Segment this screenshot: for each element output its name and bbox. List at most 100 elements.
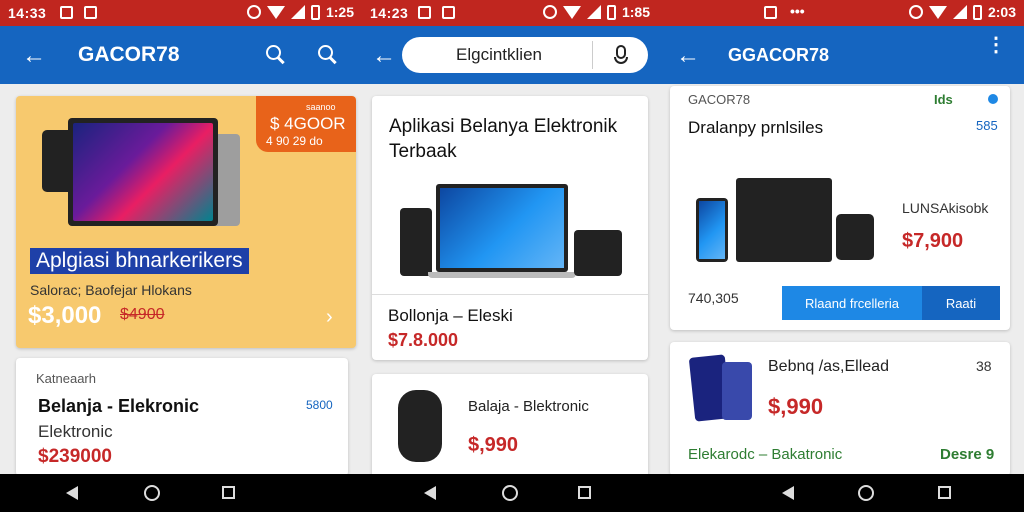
system-nav-bar (658, 474, 1024, 512)
search-input[interactable] (414, 43, 584, 67)
search-icon[interactable] (318, 45, 338, 65)
status-icons: 2:03 (908, 4, 1016, 20)
more-notifications-icon: ••• (790, 3, 805, 19)
product-name: Bebnq /as,Ellead (768, 358, 889, 375)
battery-icon (972, 4, 982, 20)
status-right-text: 2:03 (987, 4, 1016, 20)
tag-label: Ids (934, 92, 953, 107)
promo-badge: saanoo $ 4GOOR 4 90 29 do (256, 96, 356, 152)
promo-subtitle: Salorac; Baofejar Hlokans (30, 282, 192, 298)
badge-subtitle: 4 90 29 do (266, 134, 323, 148)
alarm-icon (908, 5, 923, 19)
nav-recents-icon[interactable] (222, 486, 235, 499)
app-bar: ← GGACOR78 ⋮ (658, 26, 1024, 84)
product-detail-card[interactable]: GACOR78 Ids Dralanpy prnlsiles 585 LUNSA… (670, 86, 1010, 330)
notification-icon (84, 6, 97, 19)
screen-1: 14:33 1:25 ← GACOR78 saanoo $ 4GOOR 4 90… (0, 0, 362, 512)
console-image (736, 178, 832, 262)
status-icons: 1:85 (542, 4, 650, 20)
nav-home-icon[interactable] (858, 485, 874, 501)
status-icons: 1:25 (246, 4, 354, 20)
product-card[interactable]: Balaja - Blektronic $,990 (372, 374, 648, 484)
status-time: 14:33 (8, 5, 47, 21)
alarm-icon (246, 5, 261, 19)
notification-icon (764, 6, 777, 19)
status-bar: 14:23 1:85 (362, 0, 658, 26)
search-icon[interactable] (266, 45, 286, 65)
laptop-image (436, 184, 568, 272)
old-price: $4900 (120, 306, 165, 323)
product-heading: Dralanpy prnlsiles (688, 118, 824, 137)
nav-back-icon[interactable] (66, 486, 78, 500)
product-name: Bollonja – Eleski (388, 306, 513, 325)
nav-home-icon[interactable] (502, 485, 518, 501)
product-subtitle: Elektronic (38, 422, 113, 441)
secondary-price: 740,305 (688, 290, 739, 306)
product-status: Desre 9 (940, 446, 995, 463)
promo-heading: Aplgiasi bhnarkerikers (30, 248, 249, 274)
nav-back-icon[interactable] (424, 486, 436, 500)
nav-back-icon[interactable] (782, 486, 794, 500)
back-arrow-icon[interactable]: ← (676, 42, 700, 70)
wifi-icon (266, 5, 285, 19)
product-side-value: 5800 (306, 398, 333, 412)
notification-icon (442, 6, 455, 19)
nav-home-icon[interactable] (144, 485, 160, 501)
app-bar: ← GACOR78 (0, 26, 362, 84)
status-bar: 14:33 1:25 (0, 0, 362, 26)
overflow-menu-icon[interactable]: ⋮ (986, 35, 1006, 55)
promo-price: $3,000 (28, 302, 102, 329)
app-bar: ← (362, 26, 658, 84)
primary-action-button[interactable]: Rlaand frcelleria (782, 286, 922, 320)
battery-icon (606, 4, 616, 20)
featured-title: Aplikasi Belanya Elektronik Terbaak (389, 116, 618, 162)
notification-icon (60, 6, 73, 19)
speaker-image (836, 214, 874, 260)
indicator-dot-icon (988, 94, 998, 104)
status-bar: ••• 2:03 (658, 0, 1024, 26)
product-title: Belanja - Elekronic (38, 396, 200, 416)
status-time: 14:23 (370, 5, 409, 21)
product-price: $,990 (768, 394, 824, 419)
product-label: Katneaarh (36, 371, 96, 386)
system-nav-bar (0, 474, 362, 512)
product-price: $7.8.000 (388, 330, 459, 350)
app-title: GGACOR78 (728, 45, 830, 65)
wifi-icon (928, 5, 947, 19)
search-bar[interactable] (402, 37, 648, 73)
app-title: GACOR78 (78, 43, 180, 66)
secondary-action-button[interactable]: Raati (922, 286, 1000, 320)
signal-icon (952, 5, 967, 19)
speaker-image (400, 208, 432, 276)
screen-2: 14:23 1:85 ← Aplikasi Belanya Elektronik… (362, 0, 658, 512)
phone-image (696, 198, 728, 262)
product-price: $7,900 (902, 230, 964, 252)
nav-recents-icon[interactable] (578, 486, 591, 499)
alarm-icon (542, 5, 557, 19)
nav-recents-icon[interactable] (938, 486, 951, 499)
product-price: $239000 (38, 446, 112, 467)
battery-icon (310, 4, 320, 20)
product-card[interactable]: Katneaarh Belanja - Elekronic 5800 Elekt… (16, 358, 348, 476)
model-label: LUNSAkisobk (902, 200, 989, 216)
chevron-right-icon[interactable]: › (326, 306, 333, 329)
featured-card[interactable]: Aplikasi Belanya Elektronik Terbaak Boll… (372, 96, 648, 360)
smartwatch-image (398, 390, 442, 462)
back-arrow-icon[interactable]: ← (22, 42, 46, 70)
product-name: Balaja - Blektronic (468, 398, 589, 415)
monitor-image (68, 118, 218, 226)
brand-label: GACOR78 (688, 92, 751, 107)
system-nav-bar (362, 474, 658, 512)
badge-title: $ 4GOOR (270, 114, 346, 133)
product-price: $,990 (468, 434, 519, 456)
phone-device-image (574, 230, 622, 276)
signal-icon (290, 5, 305, 19)
back-arrow-icon[interactable]: ← (372, 42, 396, 70)
product-card[interactable]: Bebnq /as,Ellead 38 $,990 Elekarodc – Ba… (670, 342, 1010, 476)
screen-3: ••• 2:03 ← GGACOR78 ⋮ GACOR78 Ids Dralan… (658, 0, 1024, 512)
side-value: 38 (976, 358, 992, 374)
wifi-icon (562, 5, 581, 19)
signal-icon (586, 5, 601, 19)
promo-card[interactable]: saanoo $ 4GOOR 4 90 29 do Aplgiasi bhnar… (16, 96, 356, 348)
status-right-text: 1:85 (621, 4, 650, 20)
